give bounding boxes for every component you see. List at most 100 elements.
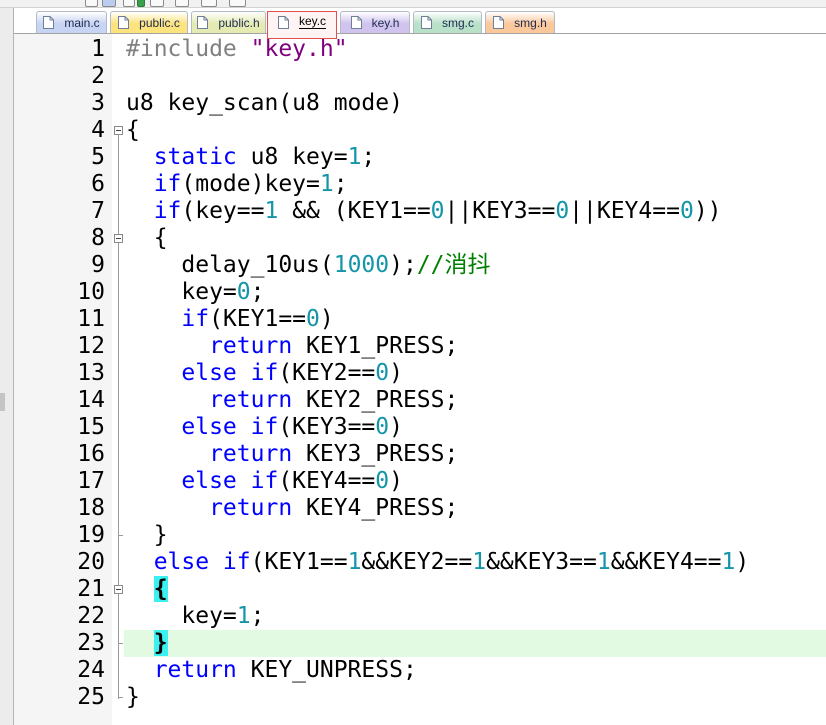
code-token: KEY2_PRESS; <box>292 387 459 413</box>
panel-splitter-handle[interactable] <box>0 393 5 411</box>
fold-end-marker <box>118 535 123 536</box>
code-line[interactable]: static u8 key=1; <box>124 144 826 171</box>
code-line[interactable]: else if(KEY4==0) <box>124 468 826 495</box>
code-line[interactable]: if(KEY1==0) <box>124 306 826 333</box>
code-token: &&KEY4== <box>610 549 722 575</box>
toolbar-button-icon[interactable] <box>102 0 116 7</box>
code-line[interactable]: return KEY1_PRESS; <box>124 333 826 360</box>
code-line[interactable] <box>124 63 826 90</box>
code-line[interactable]: u8 key_scan(u8 mode) <box>124 90 826 117</box>
number-literal-token: 1 <box>236 603 251 629</box>
tab-smg-h[interactable]: smg.h <box>485 11 555 33</box>
matched-brace: } <box>153 630 168 656</box>
line-number: 17 <box>77 468 105 494</box>
code-token: ; <box>361 144 376 170</box>
code-token: ) <box>735 549 750 575</box>
keyword-token: if <box>126 198 182 224</box>
line-number: 5 <box>91 144 105 170</box>
toolbar <box>0 0 826 8</box>
number-literal-token: 1000 <box>333 252 390 278</box>
line-number: 16 <box>77 441 105 467</box>
code-line[interactable]: } <box>124 684 826 711</box>
line-number: 22 <box>77 603 105 629</box>
code-line[interactable]: { <box>124 576 826 603</box>
code-token: KEY1_PRESS; <box>292 333 459 359</box>
code-line[interactable]: else if(KEY3==0) <box>124 414 826 441</box>
number-literal-token: 1 <box>347 549 362 575</box>
code-line[interactable]: key=1; <box>124 603 826 630</box>
code-line[interactable]: return KEY_UNPRESS; <box>124 657 826 684</box>
code-token: && (KEY1== <box>278 198 431 224</box>
fold-collapse-icon[interactable] <box>114 126 123 135</box>
tab-label: public.c <box>139 15 180 30</box>
toolbar-button-icon[interactable] <box>150 0 164 7</box>
line-number: 10 <box>77 279 105 305</box>
fold-collapse-icon[interactable] <box>114 234 123 243</box>
line-number: 11 <box>77 306 105 332</box>
code-line[interactable]: return KEY3_PRESS; <box>124 441 826 468</box>
fold-collapse-icon[interactable] <box>114 585 123 594</box>
code-line[interactable]: } <box>124 522 826 549</box>
toolbar-button-icon[interactable] <box>175 0 189 7</box>
tab-label: smg.h <box>514 15 547 30</box>
tab-key-c[interactable]: key.c <box>267 11 337 39</box>
tab-main-c[interactable]: main.c <box>36 11 107 33</box>
tab-label: smg.c <box>441 15 474 30</box>
code-line[interactable]: return KEY2_PRESS; <box>124 387 826 414</box>
code-token: ) <box>389 360 403 386</box>
code-line[interactable]: key=0; <box>124 279 826 306</box>
keyword-token: else if <box>126 360 279 386</box>
tab-smg-c[interactable]: smg.c <box>413 11 482 33</box>
code-line[interactable]: return KEY4_PRESS; <box>124 495 826 522</box>
code-line[interactable]: if(mode)key=1; <box>124 171 826 198</box>
line-number: 12 <box>77 333 105 359</box>
code-editor[interactable]: 1 2 3 4 5 6 7 8 9 10 11 12 13 14 15 16 17 18 19 20 21 22 23 24 2… <box>14 34 826 725</box>
toolbar-button-icon[interactable] <box>229 0 246 7</box>
code-token: ||KEY3== <box>444 198 556 224</box>
tab-key-h[interactable]: key.h <box>340 11 410 33</box>
code-token: { <box>126 117 140 143</box>
fold-end-marker <box>118 697 123 698</box>
code-line[interactable]: delay_10us(1000);//消抖 <box>124 252 826 279</box>
toolbar-button-icon[interactable] <box>85 0 98 7</box>
tab-label: main.c <box>64 15 100 30</box>
keyword-token: if <box>126 171 182 197</box>
code-line[interactable]: if(key==1 && (KEY1==0||KEY3==0||KEY4==0)… <box>124 198 826 225</box>
line-number: 23 <box>77 630 105 656</box>
file-icon <box>277 15 289 29</box>
number-literal-token: 0 <box>679 198 694 224</box>
line-number: 25 <box>77 684 105 710</box>
tab-public-h[interactable]: public.h <box>191 11 266 33</box>
code-line-current[interactable]: } <box>124 630 826 657</box>
code-line[interactable]: #include "key.h" <box>124 36 826 63</box>
number-literal-token: 0 <box>236 279 251 305</box>
line-number: 8 <box>91 225 105 251</box>
code-line[interactable]: { <box>124 225 826 252</box>
code-token: u8 key= <box>236 144 348 170</box>
file-icon <box>350 16 362 29</box>
tab-public-c[interactable]: public.c <box>110 11 188 33</box>
toolbar-button-icon[interactable] <box>201 0 217 7</box>
code-line[interactable]: else if(KEY2==0) <box>124 360 826 387</box>
line-number: 15 <box>77 414 105 440</box>
fold-guide-line <box>118 134 119 699</box>
line-number: 7 <box>91 198 105 224</box>
code-token: } <box>126 684 140 710</box>
code-token: (KEY1== <box>209 306 307 332</box>
code-token: (KEY4== <box>278 468 376 494</box>
code-token: KEY_UNPRESS; <box>236 657 417 683</box>
code-line[interactable]: else if(KEY1==1&&KEY2==1&&KEY3==1&&KEY4=… <box>124 549 826 576</box>
keyword-token: else if <box>126 549 251 575</box>
number-literal-token: 1 <box>264 198 279 224</box>
line-number: 19 <box>77 522 105 548</box>
toolbar-button-icon[interactable] <box>123 0 135 7</box>
code-text-area[interactable]: #include "key.h" u8 key_scan(u8 mode){ st… <box>124 36 826 725</box>
code-token: ; <box>333 171 348 197</box>
line-number: 1 <box>91 36 105 62</box>
keyword-token: else if <box>126 414 279 440</box>
toolbar-button-icon[interactable] <box>137 0 145 7</box>
line-number: 4 <box>91 117 105 143</box>
line-number: 20 <box>77 549 105 575</box>
code-line[interactable]: { <box>124 117 826 144</box>
